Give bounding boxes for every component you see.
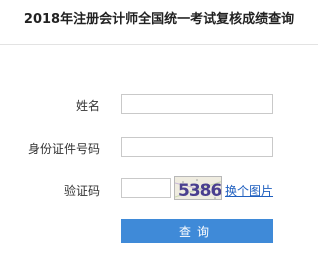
query-button[interactable]: 查询: [121, 219, 273, 243]
header-divider: [0, 44, 318, 45]
id-number-label: 身份证件号码: [27, 142, 100, 156]
captcha-image: 5386: [174, 176, 222, 200]
id-number-input[interactable]: [121, 137, 273, 157]
name-input[interactable]: [121, 94, 273, 114]
captcha-graphic: 5386: [175, 179, 221, 200]
page-title: 2018年注册会计师全国统一考试复核成绩查询: [23, 12, 295, 27]
change-image-link[interactable]: 换个图片: [225, 182, 273, 199]
name-label: 姓名: [75, 99, 100, 113]
captcha-text: 5386: [178, 181, 221, 200]
captcha-input[interactable]: [121, 178, 171, 198]
captcha-label: 验证码: [63, 184, 100, 198]
